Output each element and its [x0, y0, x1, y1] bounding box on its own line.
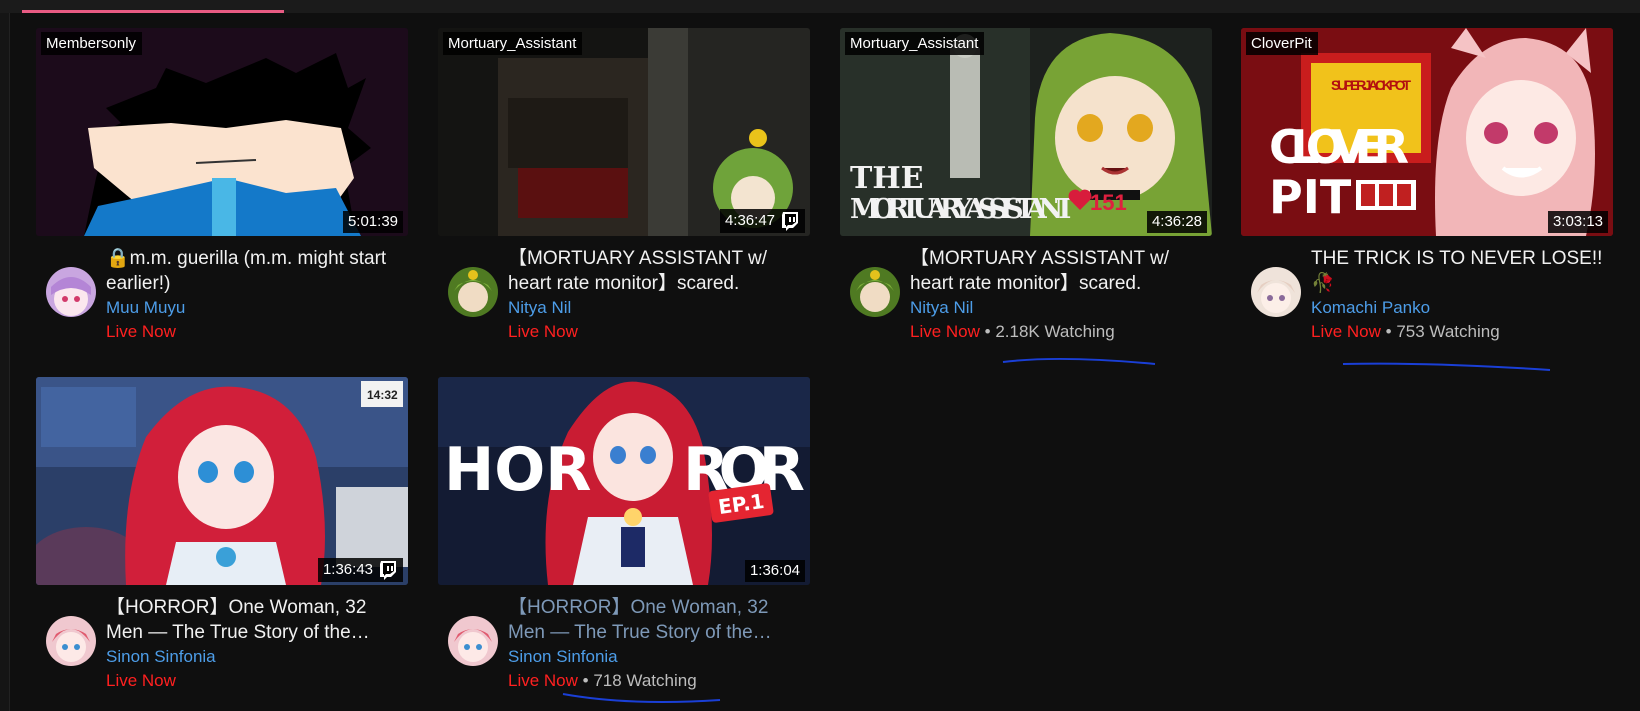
video-info: THE TRICK IS TO NEVER LOSE!! 🥀 Komachi P…: [1241, 236, 1613, 354]
video-thumbnail[interactable]: HOR ROR EP.1 1:36:04: [438, 377, 810, 585]
channel-name[interactable]: Nitya Nil: [508, 296, 808, 320]
channel-name[interactable]: Muu Muyu: [106, 296, 406, 320]
mortuary-title-line1: THE: [850, 161, 924, 196]
channel-avatar[interactable]: [46, 616, 96, 666]
cloverpit-title-line1: CLOVER: [1269, 120, 1409, 174]
video-thumbnail[interactable]: THE MORTUARY ASSISTANT 151 Mortuary_Assi…: [840, 28, 1212, 236]
annotation-underline: [1342, 362, 1551, 371]
video-thumbnail[interactable]: 14:32 1:36:43: [36, 377, 408, 585]
thumbnail-art: SUPER JACKPOT CLOVER PIT: [1241, 28, 1613, 236]
live-now-label: Live Now: [508, 322, 578, 341]
channel-name[interactable]: Komachi Panko: [1311, 296, 1611, 320]
video-info: 【HORROR】One Woman, 32 Men — The True Sto…: [36, 585, 408, 703]
game-tag: Membersonly: [41, 32, 143, 55]
duration-badge: 3:03:13: [1547, 211, 1608, 233]
live-now-label: Live Now: [1311, 322, 1381, 341]
channel-name[interactable]: Sinon Sinfonia: [106, 645, 406, 669]
horror-title-left: HOR: [444, 435, 591, 505]
video-card[interactable]: 14:32 1:36:43 【HORROR】One Woman, 32 Men …: [36, 377, 408, 703]
avatar-art: [850, 267, 900, 317]
live-status: Live Now: [106, 320, 406, 344]
duration-badge: 4:36:47: [719, 209, 805, 233]
twitch-icon: [380, 561, 396, 580]
mortuary-title-line2: MORTUARY ASSISTANT: [850, 194, 1075, 225]
duration-badge: 1:36:43: [317, 558, 403, 582]
avatar-art: [448, 616, 498, 666]
channel-avatar[interactable]: [1251, 267, 1301, 317]
stream-clock: 14:32: [367, 388, 398, 402]
video-title[interactable]: 【MORTUARY ASSISTANT w/ heart rate monito…: [508, 246, 808, 296]
duration-badge: 1:36:04: [744, 560, 805, 582]
video-info: 【MORTUARY ASSISTANT w/ heart rate monito…: [438, 236, 810, 354]
video-title[interactable]: 【HORROR】One Woman, 32 Men — The True Sto…: [508, 595, 808, 645]
thumbnail-art: HOR ROR EP.1: [438, 377, 810, 585]
avatar-art: [448, 267, 498, 317]
video-thumbnail[interactable]: Mortuary_Assistant 4:36:47: [438, 28, 810, 236]
video-card[interactable]: SUPER JACKPOT CLOVER PIT CloverPit 3:03:…: [1241, 28, 1613, 354]
video-title[interactable]: THE TRICK IS TO NEVER LOSE!! 🥀: [1311, 246, 1611, 296]
separator-dot: •: [1380, 322, 1397, 341]
live-status: Live Now • 718 Watching: [508, 669, 808, 693]
cloverpit-title-line2: PIT: [1269, 170, 1352, 224]
game-tag: CloverPit: [1246, 32, 1318, 55]
left-rail: [0, 13, 10, 711]
video-info: 🔒m.m. guerilla (m.m. might start earlier…: [36, 236, 408, 354]
thumbnail-art: [438, 28, 810, 236]
avatar-art: [46, 267, 96, 317]
duration-text: 1:36:04: [749, 562, 800, 579]
video-info: 【HORROR】One Woman, 32 Men — The True Sto…: [438, 585, 810, 703]
separator-dot: •: [979, 322, 996, 341]
heart-rate-count: 151: [1090, 190, 1127, 215]
game-tag: Mortuary_Assistant: [845, 32, 985, 55]
avatar-art: [1251, 267, 1301, 317]
avatar-art: [46, 616, 96, 666]
duration-text: 3:03:13: [1552, 213, 1603, 230]
thumbnail-art: 14:32: [36, 377, 408, 585]
video-card[interactable]: HOR ROR EP.1 1:36:04 【HORROR】One Woman, …: [438, 377, 810, 703]
video-card[interactable]: Mortuary_Assistant 4:36:47 【MORTUARY ASS…: [438, 28, 810, 354]
viewer-count: 753 Watching: [1396, 322, 1500, 341]
thumbnail-art: [36, 28, 408, 236]
annotation-underline: [1002, 357, 1156, 365]
video-title[interactable]: 【MORTUARY ASSISTANT w/ heart rate monito…: [910, 246, 1210, 296]
game-tag: Mortuary_Assistant: [443, 32, 583, 55]
channel-avatar[interactable]: [46, 267, 96, 317]
separator-dot: •: [577, 671, 594, 690]
video-card[interactable]: THE MORTUARY ASSISTANT 151 Mortuary_Assi…: [840, 28, 1212, 354]
duration-text: 4:36:47: [724, 212, 775, 229]
video-info: 【MORTUARY ASSISTANT w/ heart rate monito…: [840, 236, 1212, 354]
duration-badge: 5:01:39: [342, 211, 403, 233]
live-status: Live Now • 2.18K Watching: [910, 320, 1210, 344]
live-now-label: Live Now: [508, 671, 578, 690]
video-title[interactable]: 🔒m.m. guerilla (m.m. might start earlier…: [106, 246, 406, 296]
thumbnail-art: THE MORTUARY ASSISTANT 151: [840, 28, 1212, 236]
jackpot-sign: SUPER JACKPOT: [1331, 77, 1411, 93]
duration-text: 4:36:28: [1151, 213, 1202, 230]
video-card[interactable]: Membersonly 5:01:39 🔒m.m. guerilla (m.m.…: [36, 28, 408, 354]
live-now-label: Live Now: [106, 671, 176, 690]
channel-name[interactable]: Sinon Sinfonia: [508, 645, 808, 669]
viewer-count: 718 Watching: [593, 671, 697, 690]
duration-text: 1:36:43: [322, 561, 373, 578]
video-thumbnail[interactable]: Membersonly 5:01:39: [36, 28, 408, 236]
video-thumbnail[interactable]: SUPER JACKPOT CLOVER PIT CloverPit 3:03:…: [1241, 28, 1613, 236]
channel-avatar[interactable]: [448, 616, 498, 666]
live-status: Live Now: [106, 669, 406, 693]
active-tab-indicator: [22, 10, 284, 13]
duration-text: 5:01:39: [347, 213, 398, 230]
video-title[interactable]: 【HORROR】One Woman, 32 Men — The True Sto…: [106, 595, 406, 645]
channel-avatar[interactable]: [448, 267, 498, 317]
twitch-icon: [782, 212, 798, 231]
live-now-label: Live Now: [106, 322, 176, 341]
live-status: Live Now • 753 Watching: [1311, 320, 1611, 344]
live-now-label: Live Now: [910, 322, 980, 341]
channel-name[interactable]: Nitya Nil: [910, 296, 1210, 320]
live-status: Live Now: [508, 320, 808, 344]
channel-avatar[interactable]: [850, 267, 900, 317]
top-tab-bar: [0, 0, 1640, 13]
viewer-count: 2.18K Watching: [995, 322, 1115, 341]
duration-badge: 4:36:28: [1146, 211, 1207, 233]
